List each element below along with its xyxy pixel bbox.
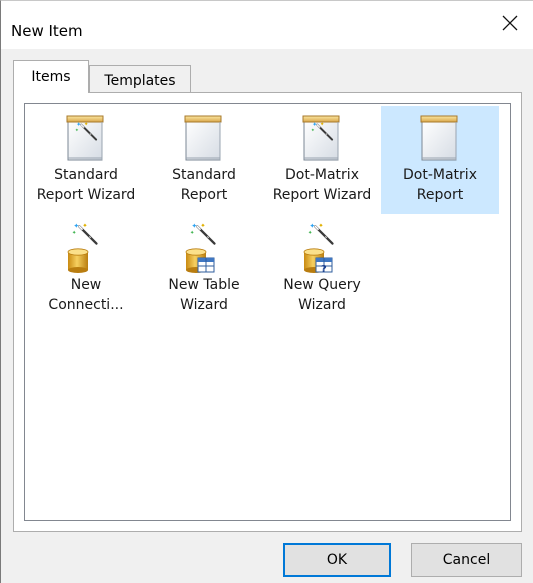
item-label: Dot-Matrix Report Wizard xyxy=(272,167,372,203)
tab-panel: Standard Report Wizard Standard Report D… xyxy=(13,92,522,532)
list-item-dot-matrix-report-wizard[interactable]: Dot-Matrix Report Wizard xyxy=(263,106,381,214)
svg-text:?: ? xyxy=(321,264,327,274)
dialog-title: New Item xyxy=(11,22,83,40)
report-wizard-icon xyxy=(64,112,108,164)
item-label: Standard Report Wizard xyxy=(36,167,136,203)
report-icon xyxy=(418,112,462,164)
ok-button[interactable]: OK xyxy=(283,543,391,577)
table-wizard-icon xyxy=(182,222,216,274)
list-item-new-query-wizard[interactable]: ? New Query Wizard xyxy=(263,216,381,324)
list-item-standard-report[interactable]: Standard Report xyxy=(145,106,263,214)
new-item-dialog: New Item Items Templates Standard Report… xyxy=(0,0,533,583)
report-wizard-icon xyxy=(300,112,344,164)
close-icon xyxy=(502,15,518,35)
cancel-button[interactable]: Cancel xyxy=(411,543,522,577)
tab-templates[interactable]: Templates xyxy=(89,65,191,93)
close-button[interactable] xyxy=(487,1,533,49)
list-item-new-connection[interactable]: New Connecti... xyxy=(27,216,145,324)
item-list: Standard Report Wizard Standard Report D… xyxy=(24,103,511,521)
list-item-new-table-wizard[interactable]: New Table Wizard xyxy=(145,216,263,324)
item-label: Standard Report xyxy=(172,167,236,203)
tab-strip: Items Templates xyxy=(13,60,533,93)
item-label: Dot-Matrix Report xyxy=(403,167,477,203)
item-label: New Connecti... xyxy=(48,277,124,313)
query-wizard-icon: ? xyxy=(300,222,334,274)
tab-items[interactable]: Items xyxy=(13,60,89,93)
list-item-standard-report-wizard[interactable]: Standard Report Wizard xyxy=(27,106,145,214)
report-icon xyxy=(182,112,226,164)
list-item-dot-matrix-report[interactable]: Dot-Matrix Report xyxy=(381,106,499,214)
item-label: New Query Wizard xyxy=(283,277,361,313)
connection-wizard-icon xyxy=(64,222,98,274)
title-bar: New Item xyxy=(1,1,533,49)
item-label: New Table Wizard xyxy=(168,277,240,313)
